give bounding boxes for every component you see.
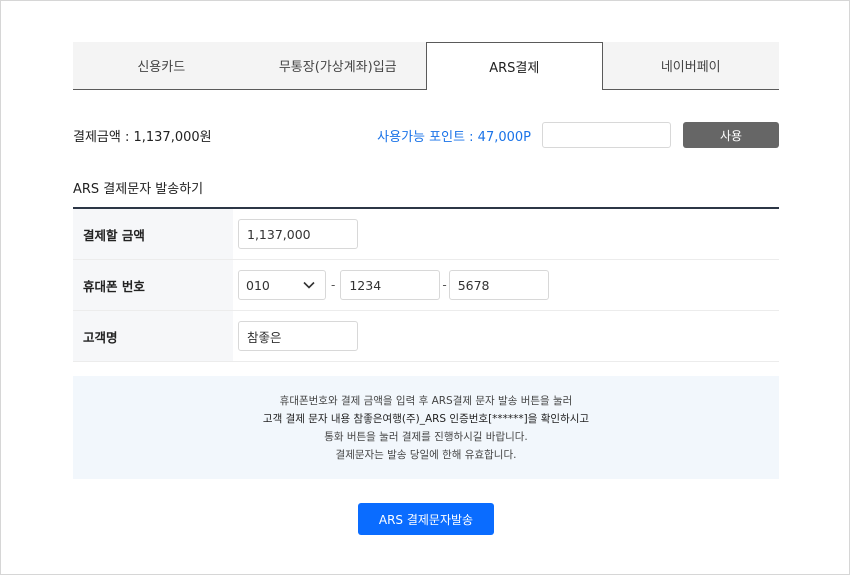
phone-prefix-value: 010	[246, 277, 270, 293]
tab-ars-payment[interactable]: ARS결제	[426, 42, 603, 90]
form-row-phone: 휴대폰 번호 010 - 1234 - 5678	[73, 260, 779, 311]
name-cell: 참좋은	[233, 311, 779, 361]
use-points-button[interactable]: 사용	[683, 122, 779, 148]
chevron-down-icon	[303, 281, 315, 289]
notice-line-4: 결제문자는 발송 당일에 한해 유효합니다.	[335, 448, 517, 461]
tab-bank-transfer[interactable]: 무통장(가상계좌)입금	[249, 42, 426, 90]
form-row-name: 고객명 참좋은	[73, 311, 779, 362]
notice-line-2: 고객 결제 문자 내용 참좋은여행(주)_ARS 인증번호[******]을 확…	[262, 412, 590, 425]
phone-field-label: 휴대폰 번호	[73, 260, 233, 310]
name-field-label: 고객명	[73, 311, 233, 361]
customer-name-input[interactable]: 참좋은	[238, 321, 358, 351]
phone-dash-2: -	[442, 278, 447, 292]
phone-cell: 010 - 1234 - 5678	[233, 260, 779, 310]
notice-line-1: 휴대폰번호와 결제 금액을 입력 후 ARS결제 문자 발송 버튼을 눌러	[279, 394, 573, 407]
phone-last-input[interactable]: 5678	[448, 270, 549, 300]
phone-dash-1: -	[331, 278, 336, 292]
amount-field-label: 결제할 금액	[73, 209, 233, 259]
form-row-amount: 결제할 금액 1,137,000	[73, 209, 779, 260]
payment-summary-row: 결제금액 : 1,137,000원 사용가능 포인트 : 47,000P 사용	[73, 122, 779, 148]
tab-credit-card[interactable]: 신용카드	[73, 42, 250, 90]
amount-cell: 1,137,000	[233, 209, 779, 259]
phone-prefix-select[interactable]: 010	[238, 270, 326, 300]
ars-notice-box: 휴대폰번호와 결제 금액을 입력 후 ARS결제 문자 발송 버튼을 눌러 고객…	[73, 376, 779, 479]
tab-naver-pay[interactable]: 네이버페이	[602, 42, 779, 90]
section-title: ARS 결제문자 발송하기	[73, 182, 204, 197]
ars-form-table: 결제할 금액 1,137,000 휴대폰 번호 010 - 1234 - 567…	[73, 207, 779, 362]
points-input[interactable]	[542, 122, 671, 148]
send-ars-sms-button[interactable]: ARS 결제문자발송	[358, 503, 494, 535]
phone-middle-input[interactable]: 1234	[340, 270, 441, 300]
page-frame: 신용카드 무통장(가상계좌)입금 ARS결제 네이버페이 결제금액 : 1,13…	[0, 0, 850, 575]
payment-amount-label: 결제금액 : 1,137,000원	[73, 130, 212, 145]
amount-input[interactable]: 1,137,000	[238, 219, 358, 249]
available-points-label: 사용가능 포인트 : 47,000P	[377, 130, 531, 145]
notice-line-3: 통화 버튼을 눌러 결제를 진행하시길 바랍니다.	[324, 430, 528, 443]
payment-tabs: 신용카드 무통장(가상계좌)입금 ARS결제 네이버페이	[73, 42, 779, 90]
